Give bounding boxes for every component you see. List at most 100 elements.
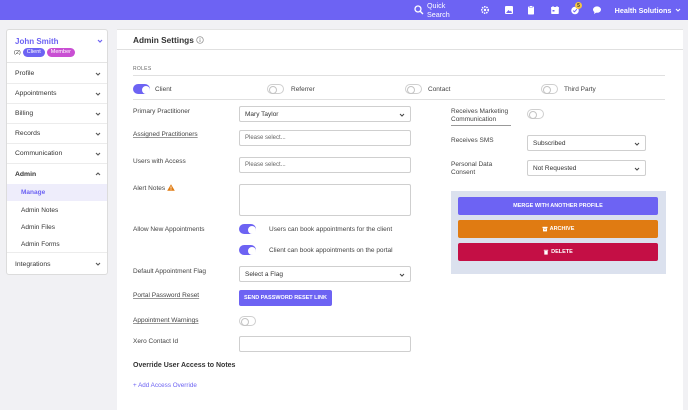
assigned-practitioners-label: Assigned Practitioners: [133, 131, 198, 138]
roles-divider-top: [133, 75, 665, 76]
top-bar: Quick Search 5 Health Solutions: [0, 0, 688, 20]
info-icon[interactable]: [196, 36, 204, 44]
chevron-down-icon: [95, 92, 101, 96]
sidebar-item-label: Appointments: [15, 90, 57, 97]
chevron-down-icon: [95, 152, 101, 156]
sidebar-subitem-label: Admin Forms: [21, 240, 60, 248]
quick-search-button[interactable]: Quick Search: [414, 0, 470, 20]
chevron-down-icon: [95, 72, 101, 76]
personal-data-consent-value: Not Requested: [533, 164, 577, 172]
sidebar-item-label: Profile: [15, 70, 35, 77]
add-access-override-link[interactable]: + Add Access Override: [133, 382, 197, 389]
appointment-warnings-toggle[interactable]: [239, 316, 256, 326]
trash-icon: [543, 249, 549, 255]
title-divider: [117, 49, 683, 50]
sidebar-item-records[interactable]: Records: [7, 124, 107, 144]
allow-new-appointments-label: Allow New Appointments: [133, 226, 205, 233]
client-sidebar: John Smith (2) Client Member Profile App…: [6, 29, 108, 275]
archive-button[interactable]: ARCHIVE: [458, 220, 658, 238]
admin-settings-panel: Admin Settings ROLES Client Referrer Con…: [117, 29, 683, 410]
assigned-practitioners-input[interactable]: Please select...: [239, 130, 411, 146]
assigned-practitioners-placeholder: Please select...: [245, 135, 286, 141]
calendar-button[interactable]: [548, 0, 562, 20]
client-can-book-toggle[interactable]: [239, 245, 256, 255]
role-contact-toggle[interactable]: [405, 84, 422, 94]
role-client-toggle[interactable]: [133, 84, 150, 94]
role-third-party-toggle[interactable]: [541, 84, 558, 94]
chat-bubble-icon: [593, 6, 601, 14]
primary-practitioner-select[interactable]: Mary Taylor: [239, 106, 411, 122]
alert-notes-label: Alert Notes: [133, 185, 166, 192]
chevron-down-icon: [675, 8, 681, 12]
archive-icon: [542, 226, 548, 232]
page-title: Admin Settings: [133, 35, 194, 45]
send-password-reset-label: SEND PASSWORD RESET LINK: [243, 295, 327, 301]
chevron-down-icon[interactable]: [97, 38, 103, 44]
sidebar-item-billing[interactable]: Billing: [7, 104, 107, 124]
default-appointment-flag-select[interactable]: Select a Flag: [239, 266, 411, 282]
sidebar-item-communication[interactable]: Communication: [7, 144, 107, 164]
gallery-button[interactable]: [502, 0, 516, 20]
personal-data-consent-label: Personal Data Consent: [451, 161, 493, 176]
role-referrer-toggle[interactable]: [267, 84, 284, 94]
tasks-button[interactable]: 5: [568, 0, 582, 20]
sidebar-item-profile[interactable]: Profile: [7, 64, 107, 84]
default-appointment-flag-value: Select a Flag: [245, 270, 283, 278]
role-contact-label: Contact: [428, 86, 451, 93]
receives-marketing-toggle[interactable]: [527, 109, 544, 119]
chevron-down-icon: [95, 112, 101, 116]
appointment-warnings-label: Appointment Warnings: [133, 317, 199, 324]
archive-label: ARCHIVE: [549, 226, 575, 232]
sidebar-item-appointments[interactable]: Appointments: [7, 84, 107, 104]
clipboard-button[interactable]: [524, 0, 538, 20]
sidebar-item-label: Communication: [15, 150, 63, 157]
sidebar-subitem-admin-forms[interactable]: Admin Forms: [7, 236, 107, 253]
sidebar-item-label: Integrations: [15, 260, 51, 268]
roles-divider-bottom: [133, 99, 665, 100]
chevron-down-icon: [634, 167, 640, 171]
profile-actions-box: MERGE WITH ANOTHER PROFILE ARCHIVE DELET…: [451, 191, 666, 274]
users-with-access-input[interactable]: Please select...: [239, 157, 411, 173]
delete-button[interactable]: DELETE: [458, 243, 658, 261]
calendar-icon: [551, 6, 559, 14]
alert-notes-textarea[interactable]: [239, 184, 411, 216]
sidebar-subitem-manage[interactable]: Manage: [7, 184, 107, 201]
users-with-access-label: Users with Access: [133, 158, 186, 165]
clipboard-icon: [528, 5, 534, 15]
primary-practitioner-value: Mary Taylor: [245, 110, 279, 118]
chevron-down-icon: [95, 262, 101, 266]
notification-count-badge: 5: [575, 2, 582, 9]
sidebar-subitem-admin-files[interactable]: Admin Files: [7, 219, 107, 236]
sidebar-subitem-label: Manage: [21, 189, 46, 196]
merge-profile-button[interactable]: MERGE WITH ANOTHER PROFILE: [458, 197, 658, 215]
search-icon: [414, 5, 424, 15]
user-tags: (2) Client Member: [14, 48, 75, 57]
profile-count: (2): [14, 49, 21, 56]
receives-sms-select[interactable]: Subscribed: [527, 135, 646, 151]
role-third-party-label: Third Party: [564, 86, 596, 93]
send-password-reset-button[interactable]: SEND PASSWORD RESET LINK: [239, 290, 332, 306]
messages-button[interactable]: [590, 0, 604, 20]
users-can-book-label: Users can book appointments for the clie…: [269, 226, 393, 233]
sidebar-item-label: Billing: [15, 110, 34, 117]
delete-label: DELETE: [551, 249, 573, 255]
image-icon: [505, 6, 513, 14]
merge-profile-label: MERGE WITH ANOTHER PROFILE: [513, 203, 603, 209]
sidebar-item-admin[interactable]: Admin: [7, 164, 107, 184]
sidebar-subitem-admin-notes[interactable]: Admin Notes: [7, 202, 107, 219]
personal-data-consent-select[interactable]: Not Requested: [527, 160, 646, 176]
org-switcher[interactable]: Health Solutions: [612, 0, 684, 20]
settings-button[interactable]: [478, 0, 492, 20]
sidebar-item-integrations[interactable]: Integrations: [7, 254, 107, 274]
user-header: John Smith (2) Client Member: [7, 30, 107, 63]
receives-marketing-label: Receives Marketing Communication: [451, 108, 509, 123]
member-tag: Member: [46, 48, 75, 57]
client-can-book-label: Client can book appointments on the port…: [269, 247, 393, 254]
client-name[interactable]: John Smith: [15, 37, 59, 46]
receives-sms-label: Receives SMS: [451, 137, 494, 144]
users-can-book-toggle[interactable]: [239, 224, 256, 234]
xero-contact-id-input[interactable]: [239, 336, 411, 352]
receives-sms-value: Subscribed: [533, 139, 566, 147]
sidebar-subitem-label: Admin Notes: [21, 207, 59, 214]
chevron-down-icon: [399, 113, 405, 117]
